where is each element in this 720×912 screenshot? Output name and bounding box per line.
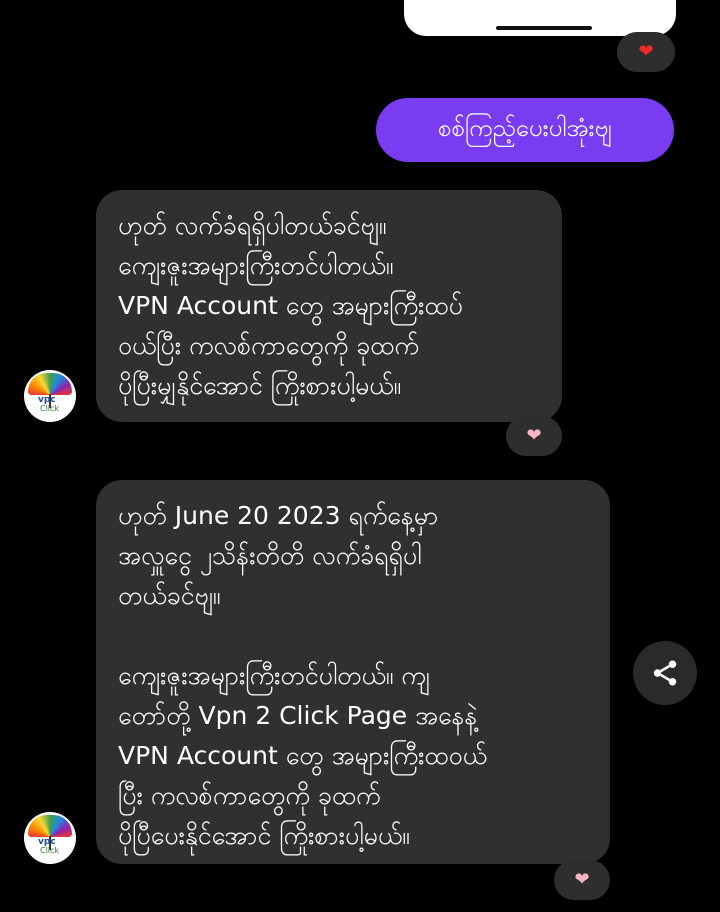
message-line: ကျေးဇူးအများကြီးတင်ပါတယ်။ bbox=[118, 251, 394, 280]
heart-reaction[interactable]: ❤ bbox=[554, 860, 610, 900]
message-line: ကျေးဇူးအများကြီးတင်ပါတယ်။ ကျ bbox=[118, 661, 430, 690]
message-line: ဟုတ် လက်ခံရရှိပါတယ်ခင်ဗျ။ bbox=[118, 211, 387, 240]
heart-icon: ❤ bbox=[526, 425, 542, 446]
message-line: ပိုပြီပေးနိုင်အောင် ကြိုးစားပါ့မယ်။ bbox=[118, 821, 410, 850]
received-message-bubble[interactable]: ဟုတ် လက်ခံရရှိပါတယ်ခင်ဗျ။ ကျေးဇူးအများကြ… bbox=[96, 190, 562, 422]
message-line: VPN Account တွေ အများကြီးထဝယ် bbox=[118, 741, 487, 770]
heart-icon: ❤ bbox=[574, 869, 590, 890]
heart-reaction[interactable]: ❤ bbox=[617, 32, 675, 72]
message-line: VPN Account တွေ အများကြီးထပ် bbox=[118, 291, 463, 320]
message-line: တယ်ခင်ဗျ။ bbox=[118, 581, 221, 610]
message-line: ဟုတ် June 20 2023 ရက်နေ့မှာ bbox=[118, 501, 439, 530]
share-icon bbox=[653, 660, 677, 686]
received-message-bubble[interactable]: ဟုတ် June 20 2023 ရက်နေ့မှာ အလှူငွေ ၂သိန… bbox=[96, 480, 610, 864]
logo-subtext: Click bbox=[40, 404, 60, 413]
heart-icon: ❤ bbox=[638, 41, 654, 62]
sender-avatar[interactable]: vpc Click bbox=[24, 812, 76, 864]
umbrella-logo-icon bbox=[28, 373, 72, 395]
message-line: တော်တို့ Vpn 2 Click Page အနေနဲ့ bbox=[118, 701, 478, 730]
sent-message-bubble[interactable]: စစ်ကြည့်ပေးပါအုံးဗျ bbox=[376, 98, 674, 162]
heart-reaction[interactable]: ❤ bbox=[506, 416, 562, 456]
umbrella-logo-icon bbox=[28, 815, 72, 837]
message-line: ပြီး ကလစ်ကာတွေကို ခုထက် bbox=[118, 781, 381, 810]
sender-avatar[interactable]: vpc Click bbox=[24, 370, 76, 422]
message-line: ပိုပြီးမျှနိုင်အောင် ကြိုးစားပါ့မယ်။ bbox=[118, 371, 402, 400]
share-button[interactable] bbox=[633, 641, 697, 705]
message-line: အလှူငွေ ၂သိန်းတိတိ လက်ခံရရှိပါ bbox=[118, 541, 422, 570]
message-line: ဝယ်ပြီး ကလစ်ကာတွေကို ခုထက် bbox=[118, 331, 419, 360]
logo-subtext: Click bbox=[40, 846, 60, 855]
message-divider-bar bbox=[496, 26, 592, 30]
sent-message-text: စစ်ကြည့်ပေးပါအုံးဗျ bbox=[438, 114, 612, 142]
previous-message-bubble[interactable] bbox=[404, 0, 676, 36]
